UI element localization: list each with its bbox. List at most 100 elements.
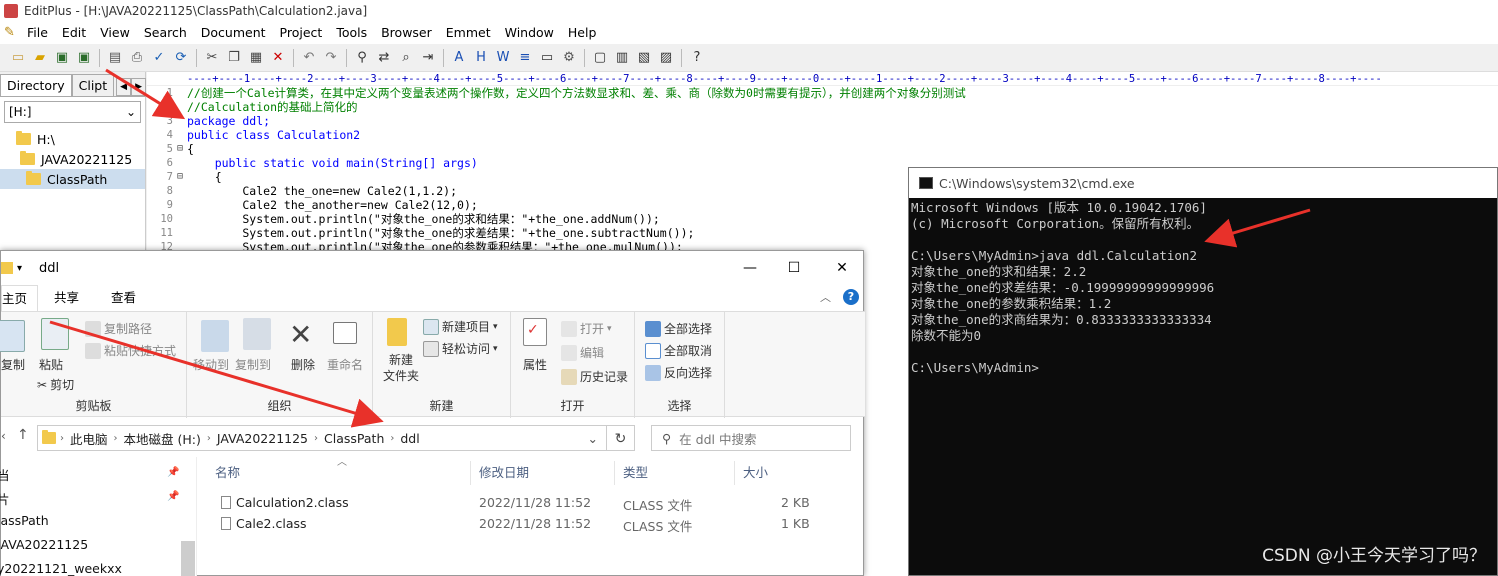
minimize-icon[interactable]: — bbox=[735, 257, 765, 279]
open-folder-icon[interactable]: ▰ bbox=[30, 48, 50, 68]
cmd-output[interactable]: Microsoft Windows [版本 10.0.19042.1706] (… bbox=[909, 198, 1497, 376]
delete-icon[interactable]: ✕ bbox=[268, 48, 288, 68]
new-folder-button[interactable]: 新建 文件夹 bbox=[383, 352, 419, 384]
history-button[interactable]: 历史记录 bbox=[561, 368, 628, 385]
print-preview-icon[interactable]: ▤ bbox=[105, 48, 125, 68]
fold-marker-icon[interactable] bbox=[173, 226, 187, 240]
save-all-icon[interactable]: ▣ bbox=[74, 48, 94, 68]
font-icon[interactable]: A bbox=[449, 48, 469, 68]
chevron-up-icon[interactable]: ︿ bbox=[820, 289, 831, 305]
nav-item[interactable]: lassPath bbox=[0, 513, 49, 528]
cut-button[interactable]: ✂ 剪切 bbox=[37, 376, 74, 393]
menu-file[interactable]: File bbox=[20, 22, 55, 44]
menu-view[interactable]: View bbox=[93, 22, 137, 44]
redo-icon[interactable]: ↷ bbox=[321, 48, 341, 68]
tab-home[interactable]: 主页 bbox=[1, 285, 39, 311]
file-row[interactable]: Calculation2.class 2022/11/28 11:52 CLAS… bbox=[197, 493, 865, 514]
select-none-button[interactable]: 全部取消 bbox=[645, 342, 712, 359]
browser-icon[interactable]: ⟳ bbox=[171, 48, 191, 68]
fold-marker-icon[interactable] bbox=[173, 86, 187, 100]
new-item-button[interactable]: 新建项目 ▾ bbox=[423, 318, 498, 335]
menu-search[interactable]: Search bbox=[137, 22, 194, 44]
menu-help[interactable]: Help bbox=[561, 22, 604, 44]
minimize-icon[interactable]: ▨ bbox=[656, 48, 676, 68]
settings-icon[interactable]: ⚙ bbox=[559, 48, 579, 68]
undo-icon[interactable]: ↶ bbox=[299, 48, 319, 68]
nav-scrollbar[interactable] bbox=[181, 541, 195, 576]
fold-marker-icon[interactable] bbox=[173, 212, 187, 226]
search-box[interactable]: ⚲ 在 ddl 中搜索 bbox=[651, 425, 851, 451]
tile-icon[interactable]: ▥ bbox=[612, 48, 632, 68]
menu-edit[interactable]: Edit bbox=[55, 22, 93, 44]
tab-right-arrow-icon[interactable]: ▶ bbox=[131, 78, 147, 96]
nav-item[interactable]: y20221121_weekxx bbox=[0, 561, 122, 576]
fold-marker-icon[interactable] bbox=[173, 128, 187, 142]
help-icon[interactable]: ? bbox=[843, 289, 859, 305]
breadcrumb-classpath[interactable]: ClassPath bbox=[324, 431, 384, 446]
find-icon[interactable]: ⚲ bbox=[352, 48, 372, 68]
up-icon[interactable]: ↑ bbox=[17, 427, 29, 443]
file-row[interactable]: Cale2.class 2022/11/28 11:52 CLASS 文件 1 … bbox=[197, 514, 865, 535]
paste-button[interactable]: 粘贴 bbox=[39, 356, 63, 373]
find-in-files-icon[interactable]: ⌕ bbox=[396, 48, 416, 68]
breadcrumb-this-pc[interactable]: 此电脑 bbox=[70, 429, 108, 448]
code-line[interactable]: 1 //创建一个Cale计算类，在其中定义两个变量表述两个操作数，定义四个方法数显… bbox=[147, 86, 1498, 100]
paste-shortcut-button[interactable]: 粘贴快捷方式 bbox=[85, 342, 176, 359]
close-icon[interactable]: ✕ bbox=[827, 257, 857, 279]
tree-item-classpath[interactable]: ClassPath bbox=[0, 169, 145, 189]
goto-icon[interactable]: ⇥ bbox=[418, 48, 438, 68]
word-wrap-icon[interactable]: W bbox=[493, 48, 513, 68]
tab-left-arrow-icon[interactable]: ◀ bbox=[116, 78, 132, 96]
cut-icon[interactable]: ✂ bbox=[202, 48, 222, 68]
paste-icon[interactable]: ▦ bbox=[246, 48, 266, 68]
fold-marker-icon[interactable] bbox=[173, 198, 187, 212]
copy-path-button[interactable]: 复制路径 bbox=[85, 320, 152, 337]
cascade-icon[interactable]: ▧ bbox=[634, 48, 654, 68]
properties-button[interactable]: 属性 bbox=[523, 356, 547, 373]
menu-window[interactable]: Window bbox=[498, 22, 561, 44]
code-line[interactable]: 4 public class Calculation2 bbox=[147, 128, 1498, 142]
fold-marker-icon[interactable] bbox=[173, 156, 187, 170]
easy-access-button[interactable]: 轻松访问 ▾ bbox=[423, 340, 498, 357]
rename-button[interactable]: 重命名 bbox=[327, 356, 363, 373]
nav-item[interactable]: 当 bbox=[0, 465, 10, 484]
menu-project[interactable]: Project bbox=[273, 22, 330, 44]
menu-document[interactable]: Document bbox=[194, 22, 273, 44]
delete-button[interactable]: 删除 bbox=[291, 356, 315, 373]
copy-to-button[interactable]: 复制到 bbox=[235, 356, 271, 373]
menu-tools[interactable]: Tools bbox=[329, 22, 374, 44]
tree-item-root[interactable]: H:\ bbox=[0, 129, 145, 149]
save-icon[interactable]: ▣ bbox=[52, 48, 72, 68]
column-date[interactable]: 修改日期 bbox=[471, 461, 615, 485]
nav-item[interactable]: JAVA20221125 bbox=[0, 537, 88, 552]
window-icon[interactable]: ▢ bbox=[590, 48, 610, 68]
drive-select[interactable]: [H:] ⌄ bbox=[4, 101, 141, 123]
nav-item[interactable]: 片 bbox=[0, 489, 10, 508]
ruler-icon[interactable]: ▭ bbox=[537, 48, 557, 68]
hex-icon[interactable]: H bbox=[471, 48, 491, 68]
copy-icon[interactable]: ❐ bbox=[224, 48, 244, 68]
line-number-icon[interactable]: ≡ bbox=[515, 48, 535, 68]
chevron-down-icon[interactable]: ⌄ bbox=[588, 431, 598, 446]
select-all-button[interactable]: 全部选择 bbox=[645, 320, 712, 337]
code-line[interactable]: 3 package ddl; bbox=[147, 114, 1498, 128]
tab-cliptext[interactable]: Clipt bbox=[71, 74, 115, 96]
fold-marker-icon[interactable] bbox=[173, 114, 187, 128]
breadcrumb-drive[interactable]: 本地磁盘 (H:) bbox=[124, 429, 201, 448]
code-line[interactable]: 5 ⊟{ bbox=[147, 142, 1498, 156]
fold-marker-icon[interactable]: ⊟ bbox=[173, 170, 187, 184]
fold-marker-icon[interactable] bbox=[173, 100, 187, 114]
copy-button[interactable]: 复制 bbox=[1, 356, 25, 373]
invert-selection-button[interactable]: 反向选择 bbox=[645, 364, 712, 381]
column-size[interactable]: 大小 bbox=[735, 461, 815, 485]
back-icon[interactable]: ‹ bbox=[1, 429, 6, 443]
refresh-icon[interactable]: ↻ bbox=[607, 425, 635, 451]
column-name[interactable]: 名称 bbox=[207, 461, 471, 485]
new-file-icon[interactable]: ▭ bbox=[8, 48, 28, 68]
replace-icon[interactable]: ⇄ bbox=[374, 48, 394, 68]
tree-item-java[interactable]: JAVA20221125 bbox=[0, 149, 145, 169]
column-type[interactable]: 类型 bbox=[615, 461, 735, 485]
open-button[interactable]: 打开 ▾ bbox=[561, 320, 612, 337]
tab-share[interactable]: 共享 bbox=[38, 285, 95, 311]
address-bar[interactable]: › 此电脑 › 本地磁盘 (H:) › JAVA20221125 › Class… bbox=[37, 425, 607, 451]
